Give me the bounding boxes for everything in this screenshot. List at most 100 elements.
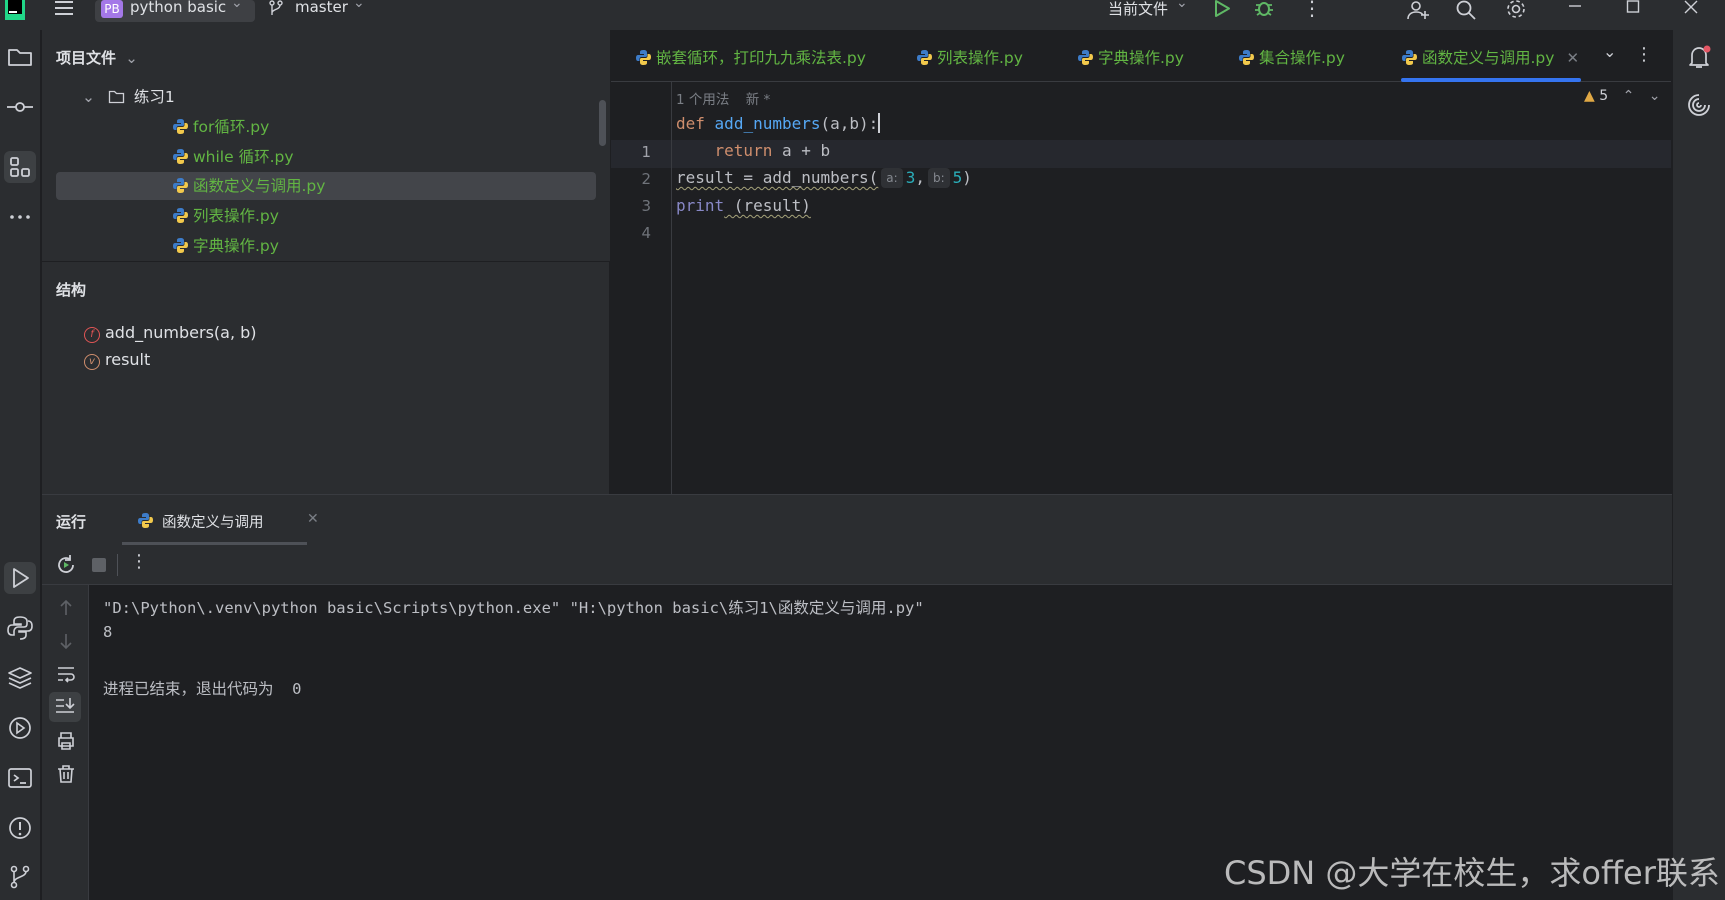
- print-icon[interactable]: [53, 728, 79, 754]
- line-number: 1: [641, 143, 651, 161]
- ai-assistant-icon[interactable]: [1684, 90, 1714, 120]
- tab-label: 列表操作.py: [937, 49, 1023, 67]
- tab-list-chevron-down-icon[interactable]: ⌄: [1603, 42, 1616, 61]
- tree-file-row[interactable]: while 循环.py: [172, 143, 294, 171]
- stop-icon[interactable]: [86, 552, 112, 578]
- structure-view-icon[interactable]: [4, 151, 36, 183]
- structure-panel-title: 结构: [56, 281, 87, 299]
- line-number-gutter: 1 2 3 4: [611, 82, 672, 494]
- scroll-to-end-icon[interactable]: [49, 692, 81, 722]
- code-editor: 嵌套循环，打印九九乘法表.py 列表操作.py 字典操作.py 集合操作.py …: [611, 30, 1671, 494]
- maximize-window-icon[interactable]: [1624, 0, 1642, 14]
- editor-tab[interactable]: 集合操作.py: [1238, 30, 1345, 82]
- python-file-icon: [138, 513, 153, 528]
- rerun-icon[interactable]: [53, 552, 79, 578]
- run-tab-active[interactable]: 函数定义与调用 ✕: [122, 495, 319, 545]
- title-bar: PB python basic ⌄ master ⌄ 当前文件 ⌄ ⋮: [0, 0, 1725, 30]
- close-tab-icon[interactable]: ✕: [1566, 49, 1579, 67]
- run-more-actions-icon[interactable]: ⋮: [130, 551, 148, 572]
- branch-switcher[interactable]: master ⌄: [268, 0, 378, 22]
- pycharm-logo-icon[interactable]: [4, 0, 26, 22]
- close-window-icon[interactable]: [1682, 0, 1700, 14]
- code-line-4[interactable]: print (result): [676, 196, 811, 215]
- close-run-tab-icon[interactable]: ✕: [307, 511, 319, 527]
- file-label: 字典操作.py: [193, 236, 279, 255]
- code-line-1[interactable]: def add_numbers(a,b):: [676, 113, 881, 133]
- run-tool-window-icon[interactable]: [4, 562, 36, 594]
- tree-file-row[interactable]: 字典操作.py: [172, 232, 279, 260]
- run-configuration-selector[interactable]: 当前文件 ⌄: [1108, 0, 1198, 22]
- tree-folder-row[interactable]: ⌄ 练习1: [82, 83, 175, 111]
- builtin-function-token: print: [676, 196, 725, 215]
- problems-icon[interactable]: [4, 812, 36, 844]
- code-line-2[interactable]: return a + b: [676, 141, 831, 160]
- python-console-icon[interactable]: [4, 612, 36, 644]
- run-panel-header: 运行 函数定义与调用 ✕: [42, 495, 1672, 545]
- file-label: 列表操作.py: [193, 207, 279, 226]
- console-line: 进程已结束，退出代码为 0: [103, 680, 302, 698]
- keyword-token: return: [714, 141, 773, 160]
- main-menu-icon[interactable]: [52, 0, 76, 18]
- commit-icon[interactable]: [4, 91, 36, 123]
- structure-item-label: add_numbers(a, b): [105, 323, 257, 342]
- editor-tab-active[interactable]: 函数定义与调用.py ✕: [1401, 30, 1582, 82]
- python-file-icon: [173, 148, 188, 164]
- project-panel-header[interactable]: 项目文件 ⌄: [56, 47, 138, 68]
- minimize-window-icon[interactable]: [1566, 0, 1584, 14]
- scroll-down-arrow-icon[interactable]: [53, 628, 79, 654]
- search-icon[interactable]: [1455, 0, 1477, 20]
- editor-tab[interactable]: 嵌套循环，打印九九乘法表.py: [635, 30, 866, 82]
- tree-file-row[interactable]: for循环.py: [172, 113, 269, 141]
- more-actions-icon[interactable]: ⋮: [1302, 0, 1322, 20]
- notifications-bell-icon[interactable]: [1684, 42, 1714, 72]
- code-vision-hint[interactable]: 1 个用法 新 *: [676, 88, 770, 108]
- tree-file-row[interactable]: 函数定义与调用.py: [56, 172, 596, 201]
- structure-item-variable[interactable]: v result: [84, 347, 150, 373]
- scroll-up-arrow-icon[interactable]: [53, 595, 79, 621]
- python-file-icon: [173, 119, 188, 134]
- chevron-down-icon: ⌄: [231, 0, 243, 11]
- trash-clear-icon[interactable]: [53, 761, 79, 787]
- tree-file-row[interactable]: 列表操作.py: [172, 202, 279, 230]
- editor-tab[interactable]: 列表操作.py: [916, 30, 1023, 82]
- git-branch-icon: [269, 0, 283, 15]
- chevron-down-icon: ⌄: [125, 49, 138, 67]
- line-number: 4: [641, 224, 651, 242]
- usages-hint[interactable]: 1 个用法: [676, 92, 729, 108]
- tab-more-actions-icon[interactable]: ⋮: [1635, 44, 1653, 65]
- code-token: (result): [724, 196, 811, 215]
- python-file-icon: [917, 50, 932, 65]
- soft-wrap-icon[interactable]: [53, 661, 79, 687]
- editor-tab[interactable]: 字典操作.py: [1077, 30, 1184, 82]
- debug-icon[interactable]: [1253, 0, 1275, 18]
- code-token: a + b: [772, 141, 831, 160]
- project-view-folder-icon[interactable]: [4, 41, 36, 73]
- settings-gear-icon[interactable]: [1505, 0, 1527, 20]
- more-tools-icon[interactable]: [4, 201, 36, 233]
- python-file-icon: [173, 237, 188, 253]
- run-icon[interactable]: [1212, 0, 1232, 18]
- add-user-icon[interactable]: [1406, 0, 1430, 20]
- structure-item-function[interactable]: f add_numbers(a, b): [84, 320, 257, 346]
- file-label: while 循环.py: [193, 147, 294, 166]
- warning-count: 5: [1599, 88, 1609, 104]
- python-file-icon: [173, 208, 188, 224]
- version-control-icon[interactable]: [4, 861, 36, 893]
- next-highlight-icon[interactable]: ⌄: [1649, 88, 1661, 104]
- previous-highlight-icon[interactable]: ⌃: [1623, 88, 1635, 104]
- chevron-down-icon: ⌄: [353, 0, 365, 11]
- run-tab-label: 函数定义与调用: [162, 515, 264, 531]
- function-name-token: add_numbers: [714, 114, 821, 133]
- terminal-icon[interactable]: [4, 762, 36, 794]
- code-line-3[interactable]: result = add_numbers(a: 3, b: 5): [676, 168, 972, 188]
- file-label: for循环.py: [193, 118, 270, 136]
- python-packages-layers-icon[interactable]: [4, 662, 36, 694]
- run-toolbar: ⋮: [42, 545, 1672, 585]
- services-icon[interactable]: [4, 712, 36, 744]
- run-side-toolbar: [42, 585, 89, 900]
- tab-label: 集合操作.py: [1259, 49, 1345, 67]
- project-switcher[interactable]: PB python basic ⌄: [95, 0, 255, 22]
- inspection-widget[interactable]: ▲ 5 ⌃ ⌄: [1584, 88, 1661, 104]
- project-panel-title: 项目文件: [56, 49, 117, 67]
- project-scrollbar-thumb[interactable]: [599, 100, 606, 146]
